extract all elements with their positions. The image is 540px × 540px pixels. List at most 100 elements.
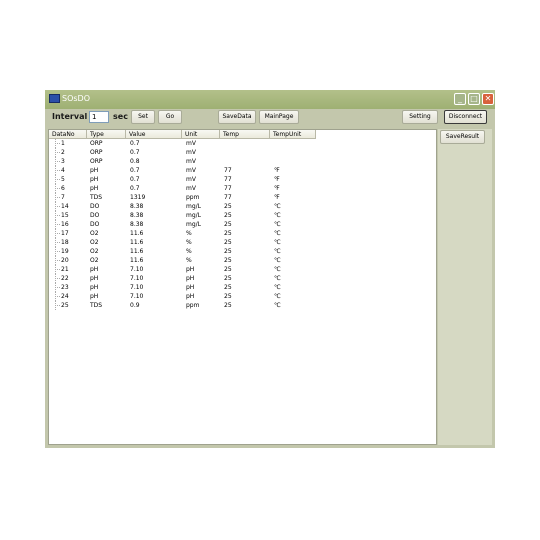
cell-tempunit: ℃ xyxy=(274,212,281,219)
cell-value: 7.10 xyxy=(130,275,144,282)
close-button[interactable]: ✕ xyxy=(482,93,494,105)
cell-datano: 17 xyxy=(61,230,69,237)
cell-value: 1319 xyxy=(130,194,146,201)
cell-datano: 18 xyxy=(61,239,69,246)
cell-temp: 25 xyxy=(224,230,232,237)
column-header-value[interactable]: Value xyxy=(126,130,182,139)
table-row[interactable]: 19 O2 11.6% 25 ℃ xyxy=(49,247,436,256)
table-row[interactable]: 20 O2 11.6% 25 ℃ xyxy=(49,256,436,265)
mainpage-button[interactable]: MainPage xyxy=(259,110,299,124)
cell-tempunit: ℃ xyxy=(274,230,281,237)
tree-connector xyxy=(54,202,60,211)
cell-tempunit: ℃ xyxy=(274,248,281,255)
cell-unit: % xyxy=(186,230,192,237)
cell-unit: mV xyxy=(186,167,196,174)
disconnect-button[interactable]: Disconnect xyxy=(444,110,487,124)
cell-datano: 4 xyxy=(61,167,65,174)
cell-datano: 1 xyxy=(61,140,65,147)
table-row[interactable]: 21 pH 7.10 pH 25 ℃ xyxy=(49,265,436,274)
title-bar[interactable]: SOsDO _ □ ✕ xyxy=(45,90,495,109)
column-header-datano[interactable]: DataNo xyxy=(49,130,87,139)
table-row[interactable]: 6 pH 0.7 mV 77 ℉ xyxy=(49,184,436,193)
cell-type: O2 xyxy=(90,239,99,246)
cell-unit: mV xyxy=(186,176,196,183)
window-title: SOsDO xyxy=(62,94,90,103)
cell-unit: ppm xyxy=(186,302,200,309)
cell-temp: 25 xyxy=(224,257,232,264)
table-row[interactable]: 5 pH 0.7 mV 77 ℉ xyxy=(49,175,436,184)
set-button[interactable]: Set xyxy=(131,110,155,124)
table-row[interactable]: 7 TDS 1319 ppm 77 ℉ xyxy=(49,193,436,202)
tree-connector xyxy=(54,265,60,274)
cell-tempunit: ℃ xyxy=(274,266,281,273)
tree-connector xyxy=(54,166,60,175)
table-row[interactable]: 23 pH 7.10 pH 25 ℃ xyxy=(49,283,436,292)
cell-unit: pH xyxy=(186,275,195,282)
cell-type: O2 xyxy=(90,230,99,237)
tree-connector xyxy=(54,292,60,301)
cell-type: pH xyxy=(90,293,99,300)
cell-tempunit: ℃ xyxy=(274,203,281,210)
table-row[interactable]: 14 DO 8.38 mg/L 25 ℃ xyxy=(49,202,436,211)
minimize-button[interactable]: _ xyxy=(454,93,466,105)
interval-input[interactable] xyxy=(89,111,109,123)
savedata-button[interactable]: SaveData xyxy=(218,110,256,124)
cell-tempunit: ℃ xyxy=(274,239,281,246)
table-row[interactable]: 15 DO 8.38 mg/L 25 ℃ xyxy=(49,211,436,220)
side-panel: SaveResult xyxy=(438,129,492,445)
data-grid[interactable]: DataNo Type Value Unit Temp TempUnit 1 OR… xyxy=(48,129,437,445)
cell-temp: 77 xyxy=(224,176,232,183)
table-row[interactable]: 18 O2 11.6% 25 ℃ xyxy=(49,238,436,247)
cell-tempunit: ℉ xyxy=(274,194,280,201)
table-row[interactable]: 4 pH 0.7 mV 77 ℉ xyxy=(49,166,436,175)
table-row[interactable]: 24 pH 7.10 pH 25 ℃ xyxy=(49,292,436,301)
cell-value: 7.10 xyxy=(130,266,144,273)
tree-connector xyxy=(54,157,60,166)
column-header-tempunit[interactable]: TempUnit xyxy=(270,130,316,139)
column-header-unit[interactable]: Unit xyxy=(182,130,220,139)
cell-unit: % xyxy=(186,239,192,246)
cell-value: 0.9 xyxy=(130,302,140,309)
cell-unit: mg/L xyxy=(186,212,202,219)
cell-temp: 25 xyxy=(224,293,232,300)
cell-temp: 25 xyxy=(224,284,232,291)
cell-unit: pH xyxy=(186,266,195,273)
cell-value: 0.7 xyxy=(130,149,140,156)
cell-value: 0.7 xyxy=(130,167,140,174)
table-row[interactable]: 3 ORP 0.8 mV xyxy=(49,157,436,166)
column-header-type[interactable]: Type xyxy=(87,130,126,139)
cell-value: 11.6 xyxy=(130,230,144,237)
cell-datano: 6 xyxy=(61,185,65,192)
table-row[interactable]: 25 TDS 0.9 ppm 25 ℃ xyxy=(49,301,436,310)
tree-connector xyxy=(54,283,60,292)
cell-unit: mg/L xyxy=(186,221,202,228)
sec-label: sec xyxy=(113,112,128,121)
saveresult-button[interactable]: SaveResult xyxy=(440,130,485,144)
cell-datano: 25 xyxy=(61,302,69,309)
table-row[interactable]: 17 O2 11.6% 25 ℃ xyxy=(49,229,436,238)
go-button[interactable]: Go xyxy=(158,110,182,124)
table-row[interactable]: 1 ORP 0.7 mV xyxy=(49,139,436,148)
cell-temp: 77 xyxy=(224,194,232,201)
cell-datano: 7 xyxy=(61,194,65,201)
column-header-temp[interactable]: Temp xyxy=(220,130,270,139)
cell-temp: 77 xyxy=(224,167,232,174)
cell-datano: 21 xyxy=(61,266,69,273)
cell-value: 0.7 xyxy=(130,140,140,147)
table-row[interactable]: 22 pH 7.10 pH 25 ℃ xyxy=(49,274,436,283)
cell-temp: 77 xyxy=(224,185,232,192)
table-row[interactable]: 16 DO 8.38 mg/L 25 ℃ xyxy=(49,220,436,229)
table-row[interactable]: 2 ORP 0.7 mV xyxy=(49,148,436,157)
cell-type: ORP xyxy=(90,140,103,147)
tree-connector xyxy=(54,256,60,265)
tree-connector xyxy=(54,247,60,256)
maximize-button[interactable]: □ xyxy=(468,93,480,105)
cell-type: DO xyxy=(90,212,100,219)
interval-label: Interval : xyxy=(52,112,94,121)
cell-tempunit: ℉ xyxy=(274,185,280,192)
cell-temp: 25 xyxy=(224,203,232,210)
setting-button[interactable]: Setting xyxy=(402,110,438,124)
tree-connector xyxy=(54,229,60,238)
cell-value: 8.38 xyxy=(130,203,144,210)
cell-value: 11.6 xyxy=(130,257,144,264)
